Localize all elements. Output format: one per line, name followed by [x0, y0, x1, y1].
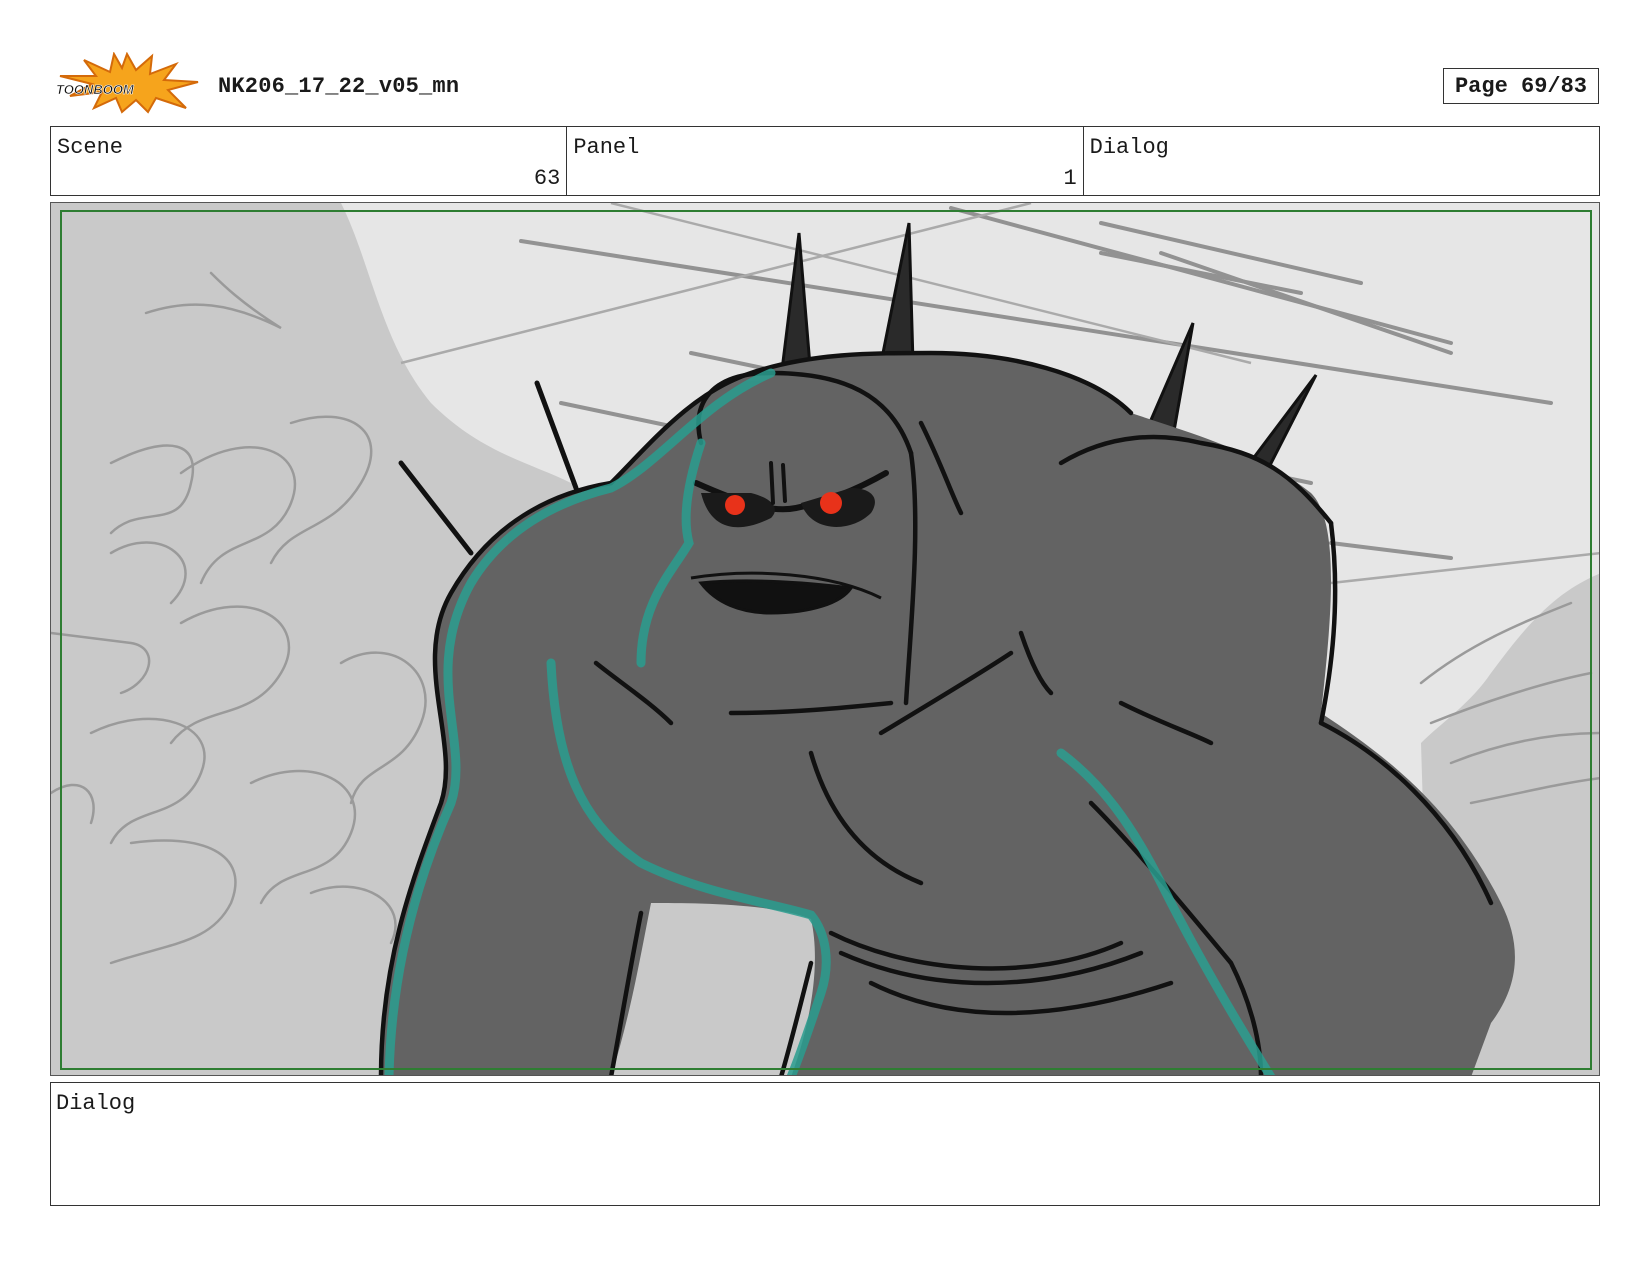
dialog-cell: Dialog	[1084, 127, 1599, 195]
panel-cell: Panel 1	[567, 127, 1084, 195]
document-title: NK206_17_22_v05_mn	[218, 74, 460, 99]
toonboom-logo: TOONBOOM	[56, 52, 199, 114]
panel-number: 1	[1063, 166, 1077, 191]
page-indicator: Page 69/83	[1443, 68, 1599, 104]
storyboard-panel	[50, 202, 1600, 1076]
scene-number: 63	[533, 166, 561, 191]
dialog-label: Dialog	[56, 1091, 136, 1116]
right-eye	[820, 492, 842, 514]
panel-info-row: Scene 63 Panel 1 Dialog	[50, 126, 1600, 196]
scene-cell: Scene 63	[51, 127, 568, 195]
scene-label: Scene	[57, 135, 124, 160]
dialog-header-label: Dialog	[1089, 135, 1169, 160]
left-eye	[725, 495, 745, 515]
monster-sketch	[51, 203, 1599, 1075]
logo-text: TOONBOOM	[56, 82, 135, 97]
panel-label: Panel	[573, 135, 640, 160]
dialog-box: Dialog	[50, 1082, 1600, 1206]
